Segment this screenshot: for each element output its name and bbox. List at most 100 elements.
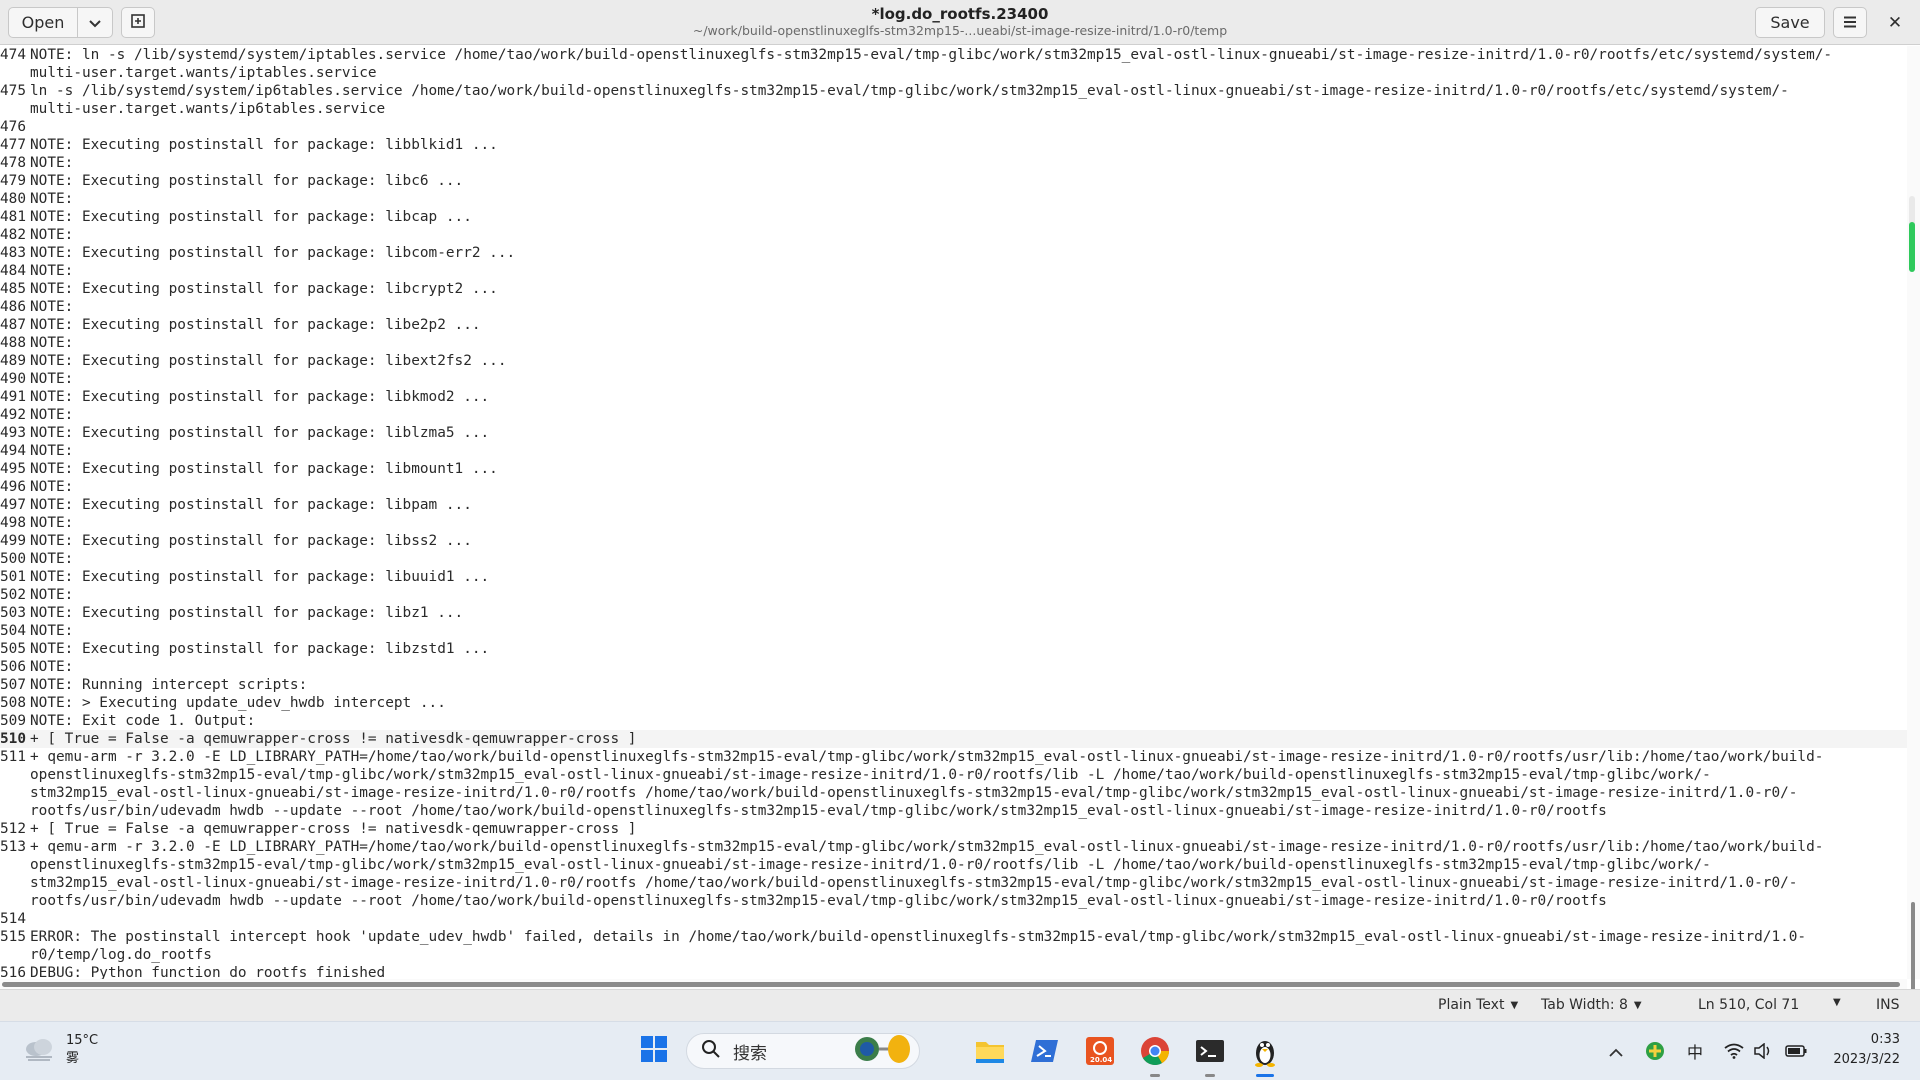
editor-line[interactable]: 508 NOTE: > Executing update_udev_hwdb in… xyxy=(0,694,1907,712)
taskbar-search-box[interactable]: 搜索 xyxy=(686,1033,920,1069)
editor-line[interactable]: 480 NOTE: xyxy=(0,190,1907,208)
main-menu-button[interactable] xyxy=(1833,7,1867,38)
linux-penguin-icon[interactable] xyxy=(1248,1034,1282,1068)
cursor-position-dropdown[interactable]: ▼ xyxy=(1833,997,1841,1008)
battery-icon[interactable] xyxy=(1783,1034,1809,1068)
editor-line[interactable]: 511 + qemu-arm -r 3.2.0 -E LD_LIBRARY_PAT… xyxy=(0,748,1907,820)
line-text[interactable]: NOTE: xyxy=(30,622,1907,640)
line-text[interactable]: NOTE: xyxy=(30,190,1907,208)
line-text[interactable]: NOTE: Executing postinstall for package:… xyxy=(30,244,1907,262)
editor-line[interactable]: 484 NOTE: xyxy=(0,262,1907,280)
line-text[interactable]: NOTE: Exit code 1. Output: xyxy=(30,712,1907,730)
editor-line[interactable]: 492 NOTE: xyxy=(0,406,1907,424)
line-text[interactable]: + [ True = False -a qemuwrapper-cross !=… xyxy=(30,820,1907,838)
editor-line[interactable]: 503 NOTE: Executing postinstall for packa… xyxy=(0,604,1907,622)
line-text[interactable] xyxy=(30,910,1907,928)
powershell-icon[interactable] xyxy=(1028,1034,1062,1068)
editor-line[interactable]: 499 NOTE: Executing postinstall for packa… xyxy=(0,532,1907,550)
editor-line[interactable]: 514 xyxy=(0,910,1907,928)
terminal-icon[interactable] xyxy=(1193,1034,1227,1068)
line-text[interactable]: NOTE: xyxy=(30,514,1907,532)
editor-line[interactable]: 516 DEBUG: Python function do_rootfs fini… xyxy=(0,964,1907,979)
wifi-icon[interactable] xyxy=(1722,1034,1746,1068)
line-text[interactable]: NOTE: > Executing update_udev_hwdb inter… xyxy=(30,694,1907,712)
close-button[interactable]: ✕ xyxy=(1876,7,1914,38)
line-text[interactable]: NOTE: Executing postinstall for package:… xyxy=(30,568,1907,586)
line-text[interactable]: NOTE: Executing postinstall for package:… xyxy=(30,424,1907,442)
line-text[interactable]: NOTE: xyxy=(30,586,1907,604)
editor-line[interactable]: 486 NOTE: xyxy=(0,298,1907,316)
editor-line[interactable]: 509 NOTE: Exit code 1. Output: xyxy=(0,712,1907,730)
line-text[interactable]: NOTE: xyxy=(30,478,1907,496)
editor-line[interactable]: 494 NOTE: xyxy=(0,442,1907,460)
line-text[interactable]: NOTE: Executing postinstall for package:… xyxy=(30,388,1907,406)
line-text[interactable]: NOTE: xyxy=(30,442,1907,460)
editor-line[interactable]: 493 NOTE: Executing postinstall for packa… xyxy=(0,424,1907,442)
editor-line[interactable]: 504 NOTE: xyxy=(0,622,1907,640)
line-text[interactable]: NOTE: xyxy=(30,298,1907,316)
line-text[interactable]: NOTE: xyxy=(30,154,1907,172)
editor-line[interactable]: 478 NOTE: xyxy=(0,154,1907,172)
language-selector[interactable]: Plain Text ▼ xyxy=(1438,997,1518,1013)
show-hidden-icons-button[interactable] xyxy=(1604,1034,1628,1068)
line-text[interactable]: + [ True = False -a qemuwrapper-cross !=… xyxy=(30,730,1907,748)
tray-app-icon[interactable] xyxy=(1643,1034,1667,1068)
line-text[interactable]: NOTE: Executing postinstall for package:… xyxy=(30,172,1907,190)
line-text[interactable]: NOTE: Executing postinstall for package:… xyxy=(30,316,1907,334)
current-line[interactable]: 510 + [ True = False -a qemuwrapper-cross… xyxy=(0,730,1907,748)
editor-line[interactable]: 507 NOTE: Running intercept scripts: xyxy=(0,676,1907,694)
horizontal-scrollbar[interactable] xyxy=(0,979,1907,989)
line-text[interactable]: ln -s /lib/systemd/system/ip6tables.serv… xyxy=(30,82,1907,118)
editor-line[interactable]: 506 NOTE: xyxy=(0,658,1907,676)
line-text[interactable] xyxy=(30,118,1907,136)
line-text[interactable]: + qemu-arm -r 3.2.0 -E LD_LIBRARY_PATH=/… xyxy=(30,748,1907,820)
editor-line[interactable]: 474 NOTE: ln -s /lib/systemd/system/iptab… xyxy=(0,46,1907,82)
line-text[interactable]: NOTE: ln -s /lib/systemd/system/iptables… xyxy=(30,46,1907,82)
line-text[interactable]: NOTE: Executing postinstall for package:… xyxy=(30,532,1907,550)
tab-width-selector[interactable]: Tab Width: 8 ▼ xyxy=(1541,997,1642,1013)
editor-line[interactable]: 487 NOTE: Executing postinstall for packa… xyxy=(0,316,1907,334)
editor-line[interactable]: 502 NOTE: xyxy=(0,586,1907,604)
line-text[interactable]: NOTE: xyxy=(30,226,1907,244)
editor-line[interactable]: 481 NOTE: Executing postinstall for packa… xyxy=(0,208,1907,226)
line-text[interactable]: NOTE: Executing postinstall for package:… xyxy=(30,208,1907,226)
line-text[interactable]: DEBUG: Python function do_rootfs finishe… xyxy=(30,964,1907,979)
editor-line[interactable]: 489 NOTE: Executing postinstall for packa… xyxy=(0,352,1907,370)
line-text[interactable]: NOTE: xyxy=(30,370,1907,388)
line-text[interactable]: ERROR: The postinstall intercept hook 'u… xyxy=(30,928,1907,964)
line-text[interactable]: NOTE: Executing postinstall for package:… xyxy=(30,496,1907,514)
line-text[interactable]: + qemu-arm -r 3.2.0 -E LD_LIBRARY_PATH=/… xyxy=(30,838,1907,910)
vertical-scrollbar[interactable] xyxy=(1907,46,1920,1022)
editor-line[interactable]: 477 NOTE: Executing postinstall for packa… xyxy=(0,136,1907,154)
editor-line[interactable]: 488 NOTE: xyxy=(0,334,1907,352)
line-text[interactable]: NOTE: Executing postinstall for package:… xyxy=(30,460,1907,478)
line-text[interactable]: NOTE: Executing postinstall for package:… xyxy=(30,136,1907,154)
editor-line[interactable]: 490 NOTE: xyxy=(0,370,1907,388)
weather-widget[interactable]: 15°C 雾 xyxy=(22,1032,98,1068)
ubuntu-app-icon[interactable]: 20.04 xyxy=(1083,1034,1117,1068)
editor-line[interactable]: 498 NOTE: xyxy=(0,514,1907,532)
line-text[interactable]: NOTE: xyxy=(30,550,1907,568)
editor-line[interactable]: 500 NOTE: xyxy=(0,550,1907,568)
ime-indicator[interactable]: 中 xyxy=(1683,1034,1707,1068)
editor-line[interactable]: 505 NOTE: Executing postinstall for packa… xyxy=(0,640,1907,658)
editor-line[interactable]: 482 NOTE: xyxy=(0,226,1907,244)
line-text[interactable]: NOTE: Executing postinstall for package:… xyxy=(30,604,1907,622)
cursor-position-selector[interactable]: Ln 510, Col 71 xyxy=(1698,997,1799,1013)
editor-line[interactable]: 501 NOTE: Executing postinstall for packa… xyxy=(0,568,1907,586)
editor-line[interactable]: 485 NOTE: Executing postinstall for packa… xyxy=(0,280,1907,298)
insert-mode-indicator[interactable]: INS xyxy=(1876,997,1900,1013)
file-explorer-icon[interactable] xyxy=(973,1034,1007,1068)
volume-icon[interactable] xyxy=(1751,1034,1775,1068)
editor-line[interactable]: 515 ERROR: The postinstall intercept hook… xyxy=(0,928,1907,964)
editor-line[interactable]: 475 ln -s /lib/systemd/system/ip6tables.s… xyxy=(0,82,1907,118)
taskbar-clock[interactable]: 0:33 2023/3/22 xyxy=(1826,1030,1900,1070)
editor-line[interactable]: 496 NOTE: xyxy=(0,478,1907,496)
start-button[interactable] xyxy=(637,1034,671,1068)
editor-line[interactable]: 479 NOTE: Executing postinstall for packa… xyxy=(0,172,1907,190)
text-editor-view[interactable]: 474 NOTE: ln -s /lib/systemd/system/iptab… xyxy=(0,46,1907,979)
save-button[interactable]: Save xyxy=(1755,7,1825,38)
line-text[interactable]: NOTE: xyxy=(30,262,1907,280)
editor-line[interactable]: 512 + [ True = False -a qemuwrapper-cross… xyxy=(0,820,1907,838)
editor-line[interactable]: 497 NOTE: Executing postinstall for packa… xyxy=(0,496,1907,514)
